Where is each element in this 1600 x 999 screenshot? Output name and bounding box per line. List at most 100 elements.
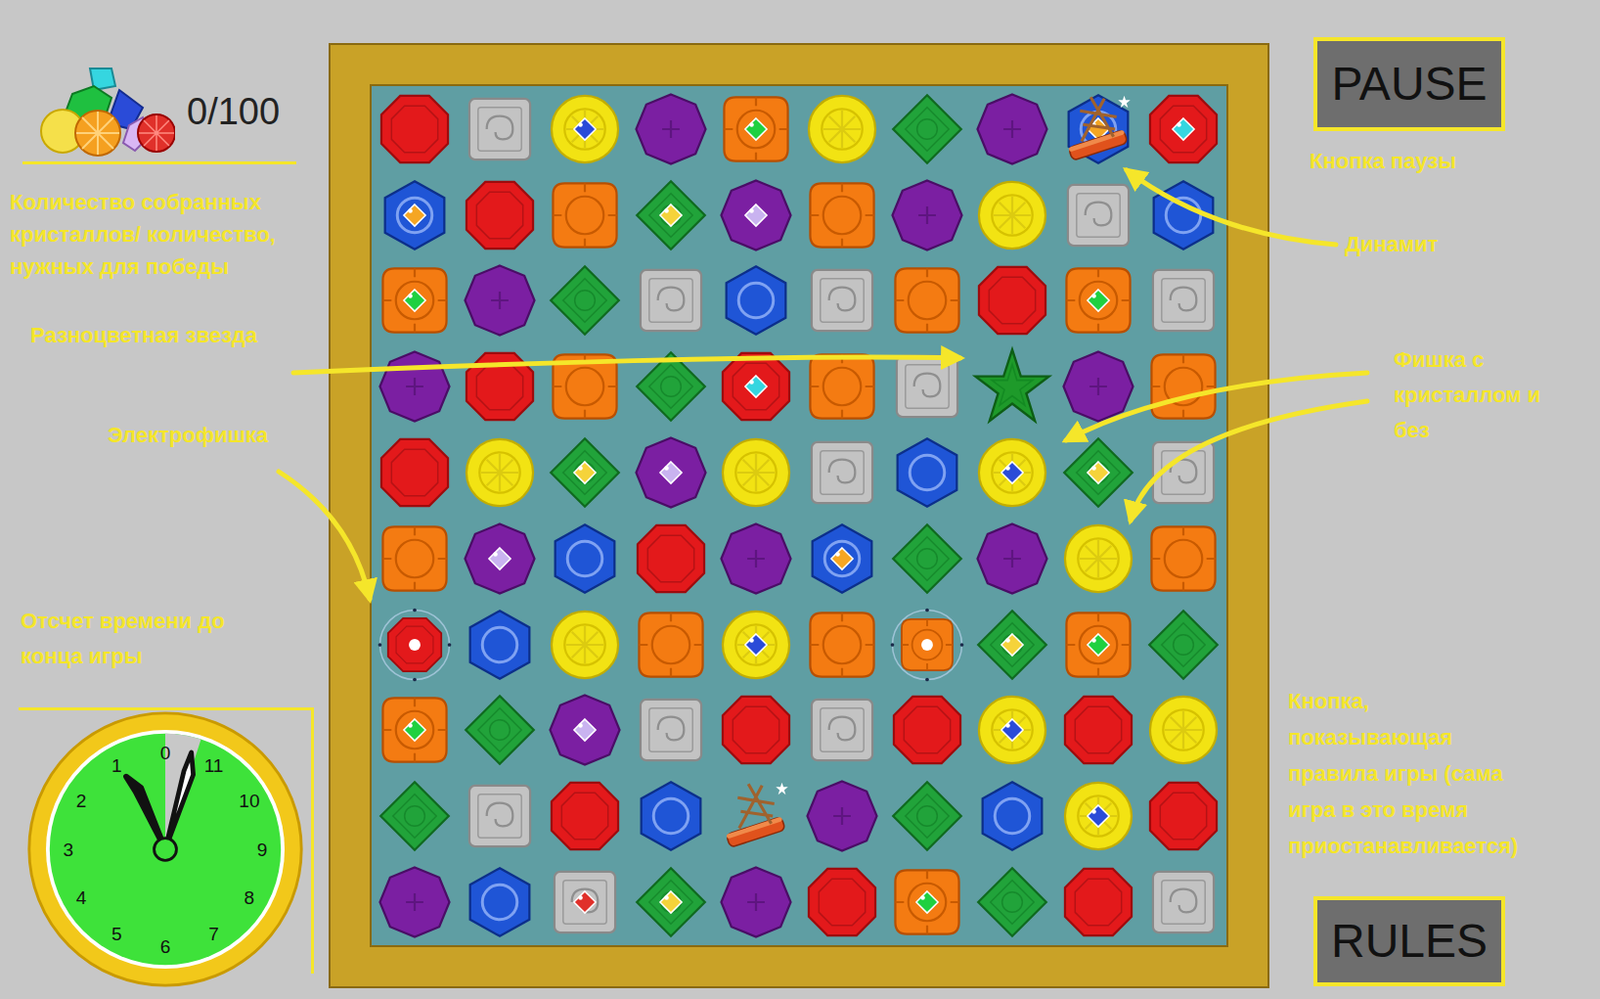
board-cell[interactable] [1055,687,1141,774]
board-cell[interactable] [1055,86,1141,173]
board-cell[interactable] [713,429,800,516]
board-cell[interactable] [371,601,457,688]
board-cell[interactable] [884,601,970,688]
board-cell[interactable] [542,858,628,945]
board-cell[interactable] [542,687,628,774]
board-cell[interactable] [1141,429,1227,516]
board-cell[interactable] [713,601,800,688]
board-cell[interactable] [627,86,713,173]
board-cell[interactable] [456,429,542,516]
board-cell[interactable] [1055,429,1141,516]
board-cell[interactable] [1055,258,1141,345]
board-cell[interactable] [542,601,628,688]
board-cell[interactable] [970,858,1056,945]
board-cell[interactable] [371,343,457,430]
board-cell[interactable] [627,172,713,259]
board-cell[interactable] [542,515,628,602]
board-cell[interactable] [456,343,542,430]
board-cell[interactable] [970,687,1056,774]
board-cell[interactable] [1141,172,1227,259]
board-cell[interactable] [1055,343,1141,430]
board-cell[interactable] [799,858,885,945]
board-cell[interactable] [799,601,885,688]
board-cell[interactable] [799,515,885,602]
board-cell[interactable] [627,772,713,859]
board-cell[interactable] [1055,601,1141,688]
board-cell[interactable] [1055,772,1141,859]
board-cell[interactable] [884,429,970,516]
board-cell[interactable] [1141,515,1227,602]
board-cell[interactable] [799,86,885,173]
board-cell[interactable] [884,515,970,602]
board-cell[interactable] [970,86,1056,173]
board-cell[interactable] [884,343,970,430]
board-cell[interactable] [799,429,885,516]
board-cell[interactable] [456,258,542,345]
board-cell[interactable] [970,429,1056,516]
board-cell[interactable] [884,772,970,859]
board-cell[interactable] [970,172,1056,259]
board-cell[interactable] [713,86,800,173]
board-cell[interactable] [1141,86,1227,173]
board-cell[interactable] [713,772,800,859]
board-cell[interactable] [371,429,457,516]
board-cell[interactable] [456,601,542,688]
board-cell[interactable] [1141,772,1227,859]
board-cell[interactable] [799,772,885,859]
board-cell[interactable] [542,258,628,345]
board-cell[interactable] [627,601,713,688]
board-cell[interactable] [456,515,542,602]
board-cell[interactable] [456,772,542,859]
board-cell[interactable] [713,172,800,259]
board-cell[interactable] [884,687,970,774]
board-cell[interactable] [713,687,800,774]
board-cell[interactable] [713,258,800,345]
board-cell[interactable] [371,258,457,345]
board-cell[interactable] [1141,258,1227,345]
board-cell[interactable] [542,86,628,173]
board-cell[interactable] [799,687,885,774]
board-cell[interactable] [627,429,713,516]
board-cell[interactable] [884,86,970,173]
board-cell[interactable] [1141,687,1227,774]
board-cell[interactable] [542,429,628,516]
board-cell[interactable] [970,343,1056,430]
board-cell[interactable] [884,858,970,945]
board-cell[interactable] [456,172,542,259]
board-cell[interactable] [1141,601,1227,688]
board-cell[interactable] [371,772,457,859]
board-cell[interactable] [371,858,457,945]
board-cell[interactable] [884,172,970,259]
board-cell[interactable] [456,86,542,173]
board-cell[interactable] [1055,172,1141,259]
board-cell[interactable] [799,343,885,430]
board-cell[interactable] [371,515,457,602]
board-cell[interactable] [713,515,800,602]
board-cell[interactable] [970,258,1056,345]
board-cell[interactable] [456,858,542,945]
board-cell[interactable] [1141,858,1227,945]
board-cell[interactable] [371,86,457,173]
board-cell[interactable] [970,515,1056,602]
board-cell[interactable] [627,343,713,430]
pause-button[interactable]: PAUSE [1313,37,1506,132]
board-cell[interactable] [456,687,542,774]
board-cell[interactable] [884,258,970,345]
board-cell[interactable] [713,343,800,430]
board-cell[interactable] [1055,858,1141,945]
board-cell[interactable] [799,172,885,259]
board-cell[interactable] [627,858,713,945]
board-cell[interactable] [799,258,885,345]
board-cell[interactable] [542,772,628,859]
board-cell[interactable] [371,172,457,259]
board-cell[interactable] [970,772,1056,859]
rules-button[interactable]: RULES [1313,895,1506,986]
board-cell[interactable] [542,172,628,259]
board-cell[interactable] [627,258,713,345]
board-cell[interactable] [627,687,713,774]
board-cell[interactable] [713,858,800,945]
board-cell[interactable] [970,601,1056,688]
board-cell[interactable] [1055,515,1141,602]
board-cell[interactable] [1141,343,1227,430]
board-cell[interactable] [371,687,457,774]
